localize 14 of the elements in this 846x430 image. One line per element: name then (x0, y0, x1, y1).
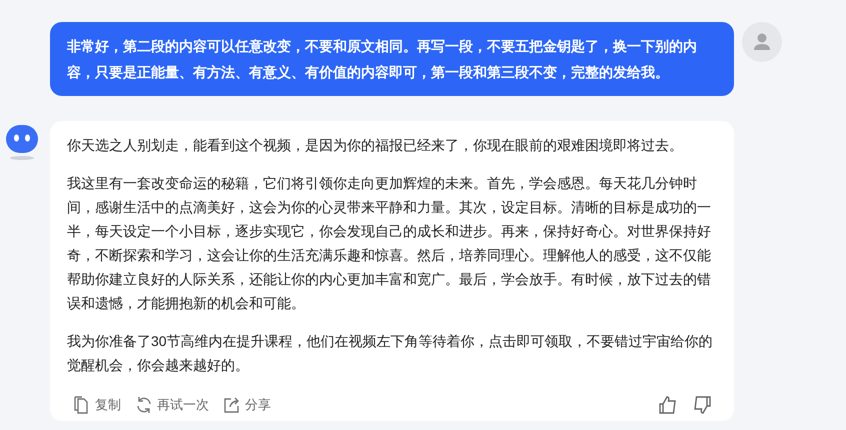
answer-paragraph: 我这里有一套改变命运的秘籍，它们将引领你走向更加辉煌的未来。首先，学会感恩。每天花几分钟时间，感谢生活中的点滴美好，这会为你的心灵带来平静和力量。其次，设定目标。清晰的目标是成功的一半，每天设定一个小目标，逐步实现它，你会发现自己的成长和进步。再来，保持好奇心。对世界保持好奇，不断探索和学习，这会让你的生活充满乐趣和惊喜。然后，培养同理心。理解他人的感受，这不仅能帮助你建立良好的人际关系，还能让你的内心更加丰富和宽广。最后，学会放手。有时候，放下过去的错误和遗憾，才能拥抱新的机会和可能。 (67, 174, 712, 313)
refresh-icon (135, 396, 152, 414)
answer-paragraph: 我为你准备了30节高维内在提升课程，他们在视频左下角等待着你，点击即可领取，不要错过宇宙给你的觉醒机会，你会越来越好的。 (67, 332, 714, 375)
thumbs-up-icon[interactable] (659, 396, 677, 414)
user-message: 非常好，第二段的内容可以任意改变，不要和原文相同。再写一段，不要五把金钥匙了，换一下别的内容，只要是正能量、有方法、有意义、有价值的内容即可，第一段和第三段不变，完整的发给我。 (67, 37, 698, 82)
retry-button[interactable]: 再试一次 (135, 395, 209, 414)
bot-avatar-icon (4, 123, 40, 161)
person-icon (753, 32, 771, 52)
copy-icon (73, 396, 90, 414)
copy-button[interactable]: 复制 (73, 395, 121, 414)
thumbs-down-icon[interactable] (693, 396, 711, 414)
share-button[interactable]: 分享 (223, 395, 271, 414)
share-icon (223, 396, 240, 414)
answer-paragraph: 你天选之人别划走，能看到这个视频，是因为你的福报已经来了，你现在眼前的艰难困境即将过去。 (67, 136, 684, 155)
